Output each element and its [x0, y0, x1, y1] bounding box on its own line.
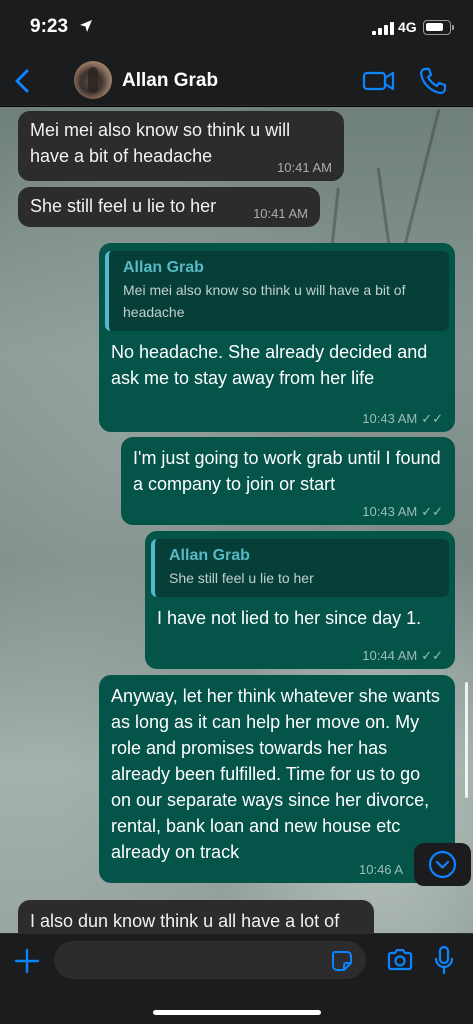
message-text: No headache. She already decided and ask…	[111, 342, 428, 388]
message-time: 10:43 AM ✓✓	[362, 505, 443, 519]
home-indicator[interactable]	[153, 1010, 321, 1015]
message-time: 10:43 AM ✓✓	[362, 412, 443, 426]
status-time: 9:23	[30, 16, 69, 37]
message-time: 10:41 AM	[277, 160, 332, 175]
microphone-icon[interactable]	[434, 945, 454, 975]
message-text: I have not lied to her since day 1.	[157, 608, 422, 628]
chevron-down-circle-icon	[428, 850, 457, 879]
plus-icon[interactable]	[14, 948, 40, 974]
message-bubble-incoming[interactable]: I also dun know think u all have a lot o…	[18, 900, 374, 933]
battery-icon	[423, 20, 451, 35]
signal-strength-icon	[372, 22, 394, 35]
message-time: 10:46 A	[359, 862, 404, 877]
read-ticks-icon: ✓✓	[421, 504, 443, 519]
message-time-text: 10:43 AM	[362, 504, 418, 519]
quoted-message[interactable]: Allan Grab Mei mei also know so think u …	[105, 251, 449, 331]
status-bar: 9:23 4G	[0, 0, 473, 56]
read-ticks-icon: ✓✓	[421, 648, 443, 663]
scroll-to-bottom-button[interactable]	[414, 843, 471, 886]
chat-header: Allan Grab	[0, 56, 473, 106]
message-bubble-outgoing[interactable]: Anyway, let her think whatever she wants…	[99, 675, 455, 883]
quoted-sender: Allan Grab	[123, 259, 204, 276]
quoted-message[interactable]: Allan Grab She still feel u lie to her	[151, 539, 449, 597]
message-time: 10:41 AM	[253, 206, 308, 221]
scrollbar[interactable]	[465, 682, 468, 798]
network-type: 4G	[398, 19, 417, 35]
message-bubble-outgoing[interactable]: Allan Grab She still feel u lie to her I…	[145, 531, 455, 669]
battery-cap	[452, 25, 454, 30]
contact-name[interactable]: Allan Grab	[122, 70, 218, 92]
message-bubble-outgoing[interactable]: Allan Grab Mei mei also know so think u …	[99, 243, 455, 432]
background-wallpaper	[398, 109, 441, 265]
camera-icon[interactable]	[386, 948, 414, 972]
read-ticks-icon: ✓✓	[421, 411, 443, 426]
video-call-icon[interactable]	[362, 68, 396, 94]
back-chevron-icon[interactable]	[10, 66, 36, 96]
message-bubble-outgoing[interactable]: I'm just going to work grab until I foun…	[121, 437, 455, 525]
quoted-text: Mei mei also know so think u will have a…	[123, 282, 406, 320]
sticker-icon[interactable]	[331, 950, 353, 972]
message-text: I'm just going to work grab until I foun…	[133, 448, 441, 494]
message-time-text: 10:43 AM	[362, 411, 418, 426]
message-text: Anyway, let her think whatever she wants…	[111, 686, 440, 862]
message-text: I also dun know think u all have a lot o…	[30, 911, 340, 931]
quoted-text: She still feel u lie to her	[169, 570, 314, 586]
chat-area[interactable]: Mei mei also know so think u will have a…	[0, 107, 473, 933]
message-bubble-incoming[interactable]: Mei mei also know so think u will have a…	[18, 111, 344, 181]
battery-level	[426, 23, 443, 31]
phone-icon[interactable]	[418, 66, 448, 96]
message-time-text: 10:44 AM	[362, 648, 418, 663]
quoted-sender: Allan Grab	[169, 547, 250, 564]
message-bubble-incoming[interactable]: She still feel u lie to her 10:41 AM	[18, 187, 320, 227]
message-input-bar	[0, 933, 473, 1024]
location-arrow-icon	[80, 20, 92, 32]
contact-avatar[interactable]	[74, 61, 112, 99]
message-time: 10:44 AM ✓✓	[362, 649, 443, 663]
message-input[interactable]	[54, 941, 366, 979]
